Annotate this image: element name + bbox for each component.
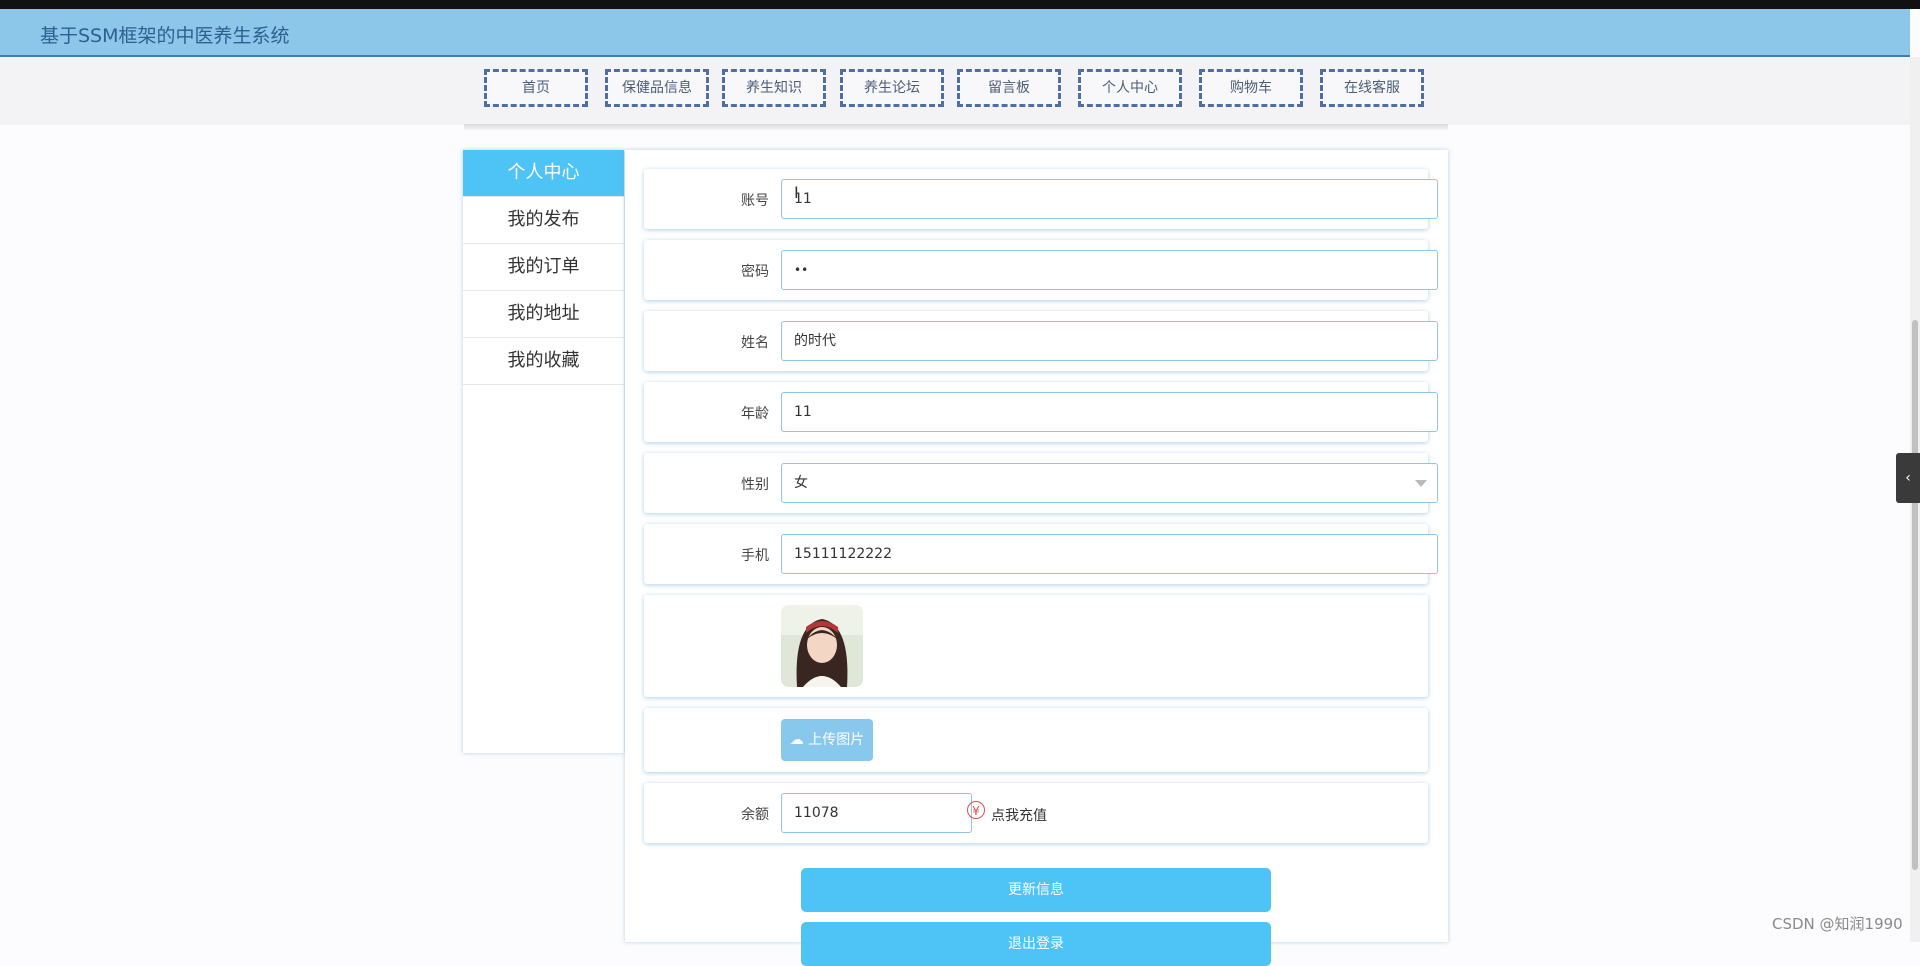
sidebar-item-my-address[interactable]: 我的地址 xyxy=(463,291,624,338)
chevron-left-icon[interactable]: ‹ xyxy=(1896,453,1920,503)
sidebar-item-my-orders[interactable]: 我的订单 xyxy=(463,244,624,291)
gender-label: 性别 xyxy=(741,477,769,493)
form-row-name: 姓名 的时代 xyxy=(644,311,1438,371)
watermark: CSDN @知润1990 xyxy=(1772,915,1903,933)
nav-item-online-service[interactable]: 在线客服 xyxy=(1320,69,1424,107)
age-input[interactable]: 11 xyxy=(781,392,1438,432)
nav-item-health-products[interactable]: 保健品信息 xyxy=(605,69,709,107)
chevron-down-icon xyxy=(1415,480,1427,487)
nav-divider xyxy=(464,124,1448,130)
nav-item-message-board[interactable]: 留言板 xyxy=(957,69,1061,107)
nav-item-personal-center[interactable]: 个人中心 xyxy=(1078,69,1182,107)
form-row-upload: ☁ 上传图片 xyxy=(644,708,1428,772)
nav-item-forum[interactable]: 养生论坛 xyxy=(840,69,944,107)
sidebar-item-personal-center[interactable]: 个人中心 xyxy=(463,150,624,197)
nav-item-cart[interactable]: 购物车 xyxy=(1199,69,1303,107)
balance-input[interactable]: 11078 xyxy=(781,793,972,833)
upload-image-button[interactable]: ☁ 上传图片 xyxy=(781,719,873,761)
password-input[interactable]: •• xyxy=(781,250,1438,290)
gender-select-value: 女 xyxy=(794,475,808,491)
yuan-icon: ¥ xyxy=(967,801,985,819)
account-label: 账号 xyxy=(741,193,769,209)
nav-item-home[interactable]: 首页 xyxy=(484,69,588,107)
form-row-account: 账号 11 xyxy=(644,169,1438,229)
text-cursor-icon: I xyxy=(794,183,799,202)
phone-input[interactable]: 15111122222 xyxy=(781,534,1438,574)
logout-button[interactable]: 退出登录 xyxy=(801,922,1271,966)
profile-form: 账号 11 密码 •• 姓名 的时代 年龄 11 性别 女 手机 1511112… xyxy=(625,150,1448,966)
form-row-phone: 手机 15111122222 xyxy=(644,524,1438,584)
name-label: 姓名 xyxy=(741,335,769,351)
sidebar-item-my-posts[interactable]: 我的发布 xyxy=(463,197,624,244)
site-title: 基于SSM框架的中医养生系统 xyxy=(40,25,290,47)
form-row-balance: 余额 11078 ¥ 点我充值 xyxy=(644,783,1428,843)
phone-label: 手机 xyxy=(741,548,769,564)
gender-select[interactable]: 女 xyxy=(781,463,1438,503)
update-info-button[interactable]: 更新信息 xyxy=(801,868,1271,912)
balance-label: 余额 xyxy=(741,807,769,823)
age-label: 年龄 xyxy=(741,406,769,422)
recharge-link[interactable]: 点我充值 xyxy=(991,805,1047,825)
password-label: 密码 xyxy=(741,264,769,280)
form-row-age: 年龄 11 xyxy=(644,382,1438,442)
nav-item-health-knowledge[interactable]: 养生知识 xyxy=(722,69,826,107)
scrollbar-thumb[interactable] xyxy=(1912,320,1918,870)
window-top-strip xyxy=(0,0,1920,9)
main-nav xyxy=(0,57,1910,125)
form-row-gender: 性别 女 xyxy=(644,453,1438,513)
cloud-upload-icon: ☁ xyxy=(789,732,804,748)
upload-image-label: 上传图片 xyxy=(808,732,865,748)
sidebar-item-my-favorites[interactable]: 我的收藏 xyxy=(463,338,624,385)
avatar-image xyxy=(781,605,863,687)
form-row-password: 密码 •• xyxy=(644,240,1438,300)
name-input[interactable]: 的时代 xyxy=(781,321,1438,361)
form-row-avatar xyxy=(644,595,1428,697)
account-input[interactable]: 11 xyxy=(781,179,1438,219)
sidebar: 个人中心 我的发布 我的订单 我的地址 我的收藏 xyxy=(463,150,624,753)
site-header: 基于SSM框架的中医养生系统 xyxy=(0,9,1910,57)
